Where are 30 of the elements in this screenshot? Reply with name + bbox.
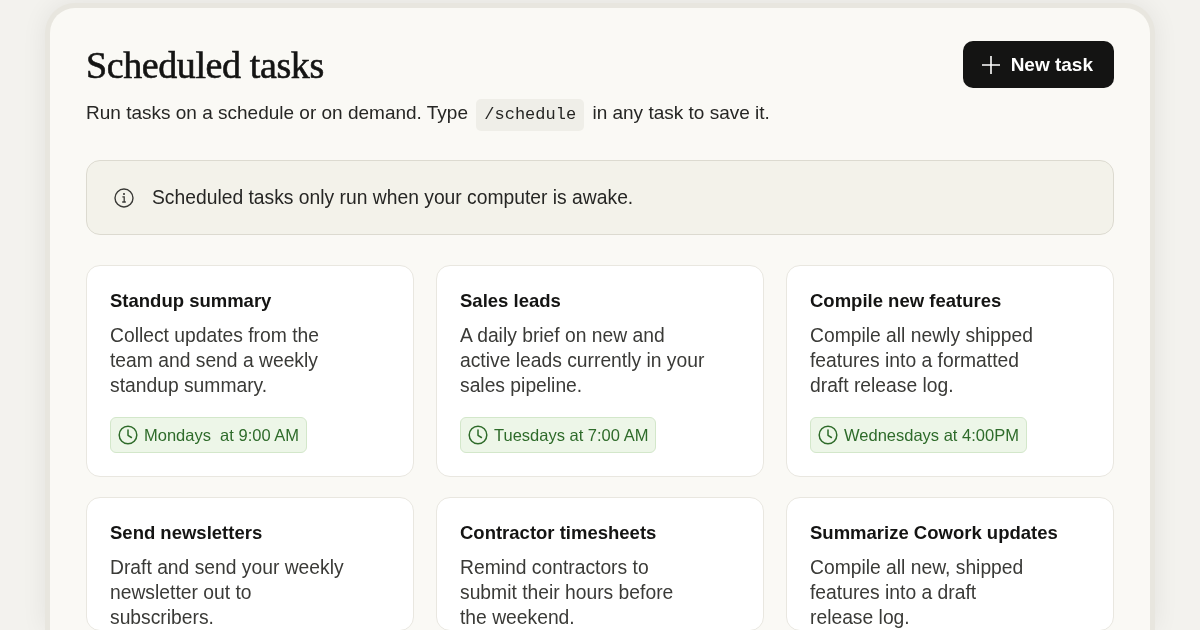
task-description: Compile all new, shipped features into a draft release log. [810, 556, 1025, 630]
task-description: Collect updates from the team and send a weekly standup summary. [110, 324, 320, 398]
schedule-badge: Tuesdays at 7:00 AM [460, 417, 657, 453]
task-title: Sales leads [460, 290, 562, 312]
clock-icon [468, 425, 488, 445]
schedule-badge: Wednesdays at 4:00PM [810, 417, 1027, 453]
task-card[interactable]: Standup summary Collect updates from the team and send a weekly standup summary. Mondays at 9:00 AM [86, 265, 414, 477]
task-title: Send newsletters [110, 522, 264, 544]
subtitle-text: Run tasks on a schedule or on demand. Type /schedule in any task to save it. [86, 97, 1114, 131]
task-title: Compile new features [810, 290, 1003, 312]
task-description: Draft and send your weekly newsletter out to subscribers. [110, 556, 345, 630]
task-card[interactable]: Contractor timesheets Remind contractors to submit their hours before the weekend. [436, 497, 764, 630]
task-title: Summarize Cowork updates [810, 522, 1059, 544]
task-description: Compile all newly shipped features into a formatted draft release log. [810, 324, 1034, 398]
task-card[interactable]: Compile new features Compile all newly shipped features into a formatted draft release log. Wednesdays at 4:00PM [786, 265, 1114, 477]
task-title: Contractor timesheets [460, 522, 658, 544]
clock-icon [118, 425, 138, 445]
notice-text: Scheduled tasks only run when your computer is awake. [152, 186, 634, 209]
task-card[interactable]: Summarize Cowork updates Compile all new, shipped features into a draft release log. [786, 497, 1114, 630]
task-card[interactable]: Send newsletters Draft and send your weekly newsletter out to subscribers. [86, 497, 414, 630]
page-title: Scheduled tasks [86, 42, 324, 87]
clock-icon [818, 425, 838, 445]
info-icon [114, 187, 134, 208]
new-task-button[interactable]: New task [962, 41, 1114, 88]
task-card[interactable]: Sales leads A daily brief on new and active leads currently in your sales pipeline. Tuesdays at 7:00 AM [436, 265, 764, 477]
task-description: A daily brief on new and active leads currently in your sales pipeline. [460, 324, 706, 398]
task-title: Standup summary [110, 290, 273, 312]
plus-icon [980, 54, 1001, 75]
schedule-badge: Mondays at 9:00 AM [110, 417, 307, 453]
task-description: Remind contractors to submit their hours before the weekend. [460, 556, 675, 630]
